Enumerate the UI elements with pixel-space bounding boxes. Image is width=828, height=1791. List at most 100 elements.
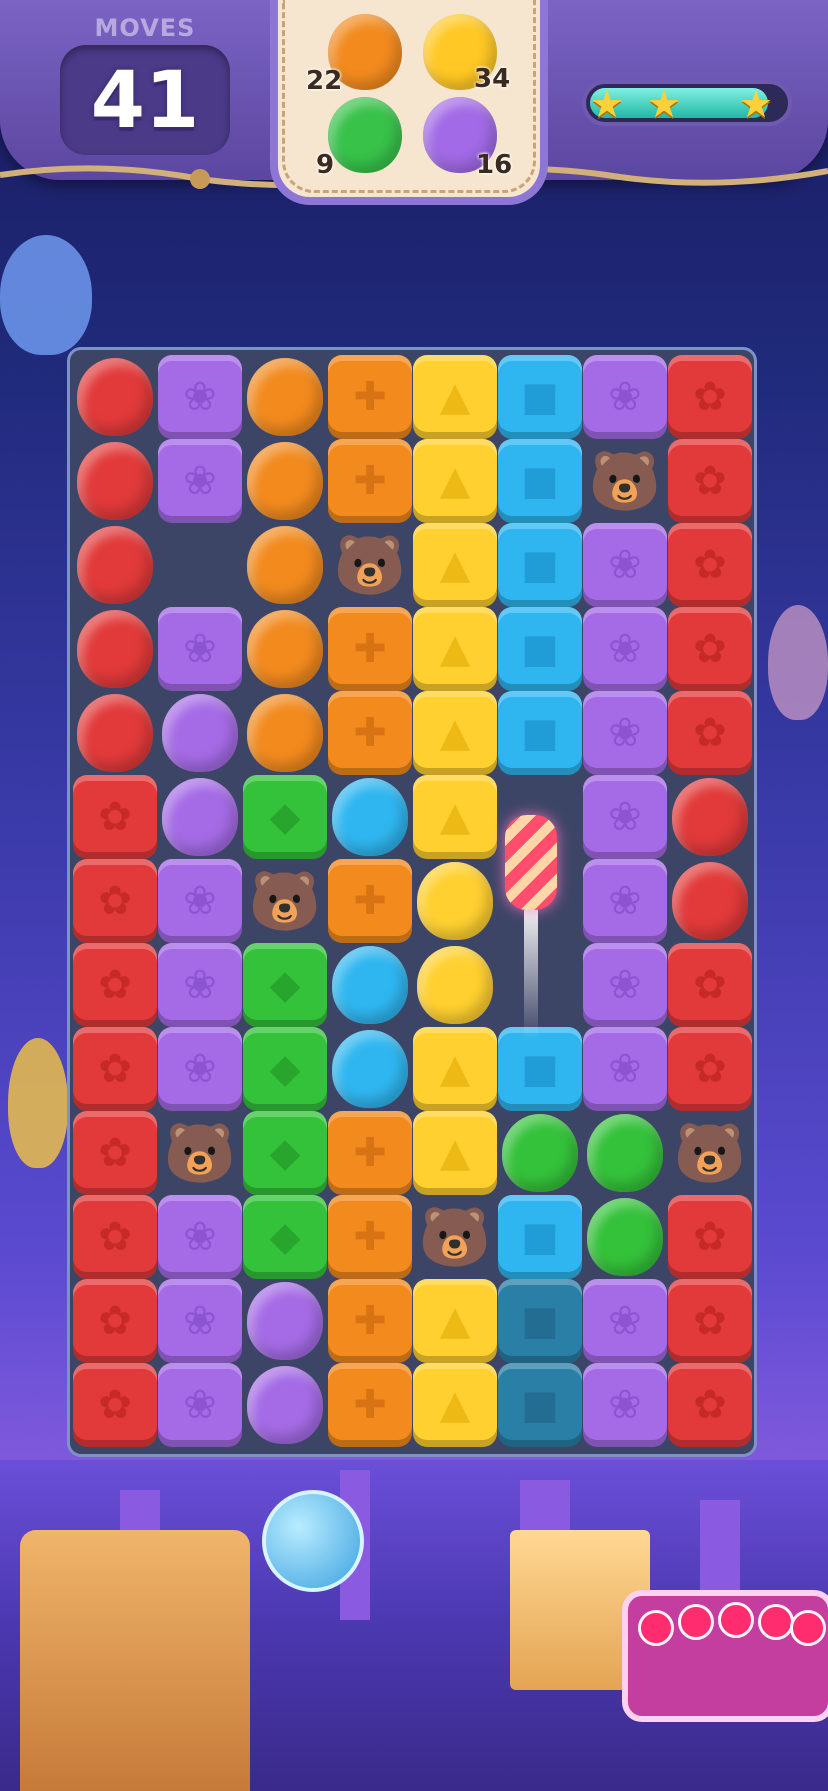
orange-cross-block[interactable]: ✚ [328,1363,412,1447]
purple-flower-block[interactable]: ❀ [583,1363,667,1447]
red-star-block[interactable]: ✿ [73,1027,157,1111]
orange-cross-block[interactable]: ✚ [328,355,412,439]
yellow-triangle-block[interactable]: ▲ [413,1027,497,1111]
red-balloon[interactable] [77,358,153,436]
blue-balloon[interactable] [332,778,408,856]
purple-flower-block[interactable]: ❀ [583,691,667,775]
purple-flower-block[interactable]: ❀ [583,355,667,439]
blue-balloon[interactable] [332,946,408,1024]
purple-balloon[interactable] [247,1366,323,1444]
blue-square-block[interactable]: ■ [498,355,582,439]
polar-bear-icon[interactable]: 🐻 [413,1195,497,1279]
red-star-block[interactable]: ✿ [73,1111,157,1195]
orange-balloon[interactable] [247,610,323,688]
yellow-balloon[interactable] [417,862,493,940]
green-diamond-block[interactable]: ◆ [243,1027,327,1111]
purple-flower-block[interactable]: ❀ [583,859,667,943]
red-star-block[interactable]: ✿ [668,523,752,607]
yellow-triangle-block[interactable]: ▲ [413,607,497,691]
green-diamond-block[interactable]: ◆ [243,775,327,859]
red-star-block[interactable]: ✿ [668,355,752,439]
red-star-block[interactable]: ✿ [73,859,157,943]
purple-flower-block[interactable]: ❀ [583,943,667,1027]
yellow-triangle-block[interactable]: ▲ [413,1279,497,1363]
yellow-triangle-block[interactable]: ▲ [413,523,497,607]
purple-balloon[interactable] [162,694,238,772]
polar-bear-icon[interactable]: 🐻 [583,439,667,523]
red-star-block[interactable]: ✿ [73,775,157,859]
yellow-triangle-block[interactable]: ▲ [413,355,497,439]
teal-square-block[interactable]: ■ [498,1363,582,1447]
red-star-block[interactable]: ✿ [668,1027,752,1111]
orange-cross-block[interactable]: ✚ [328,691,412,775]
polar-bear-icon[interactable]: 🐻 [328,523,412,607]
game-board[interactable]: ❀ ✚ ▲ ■ ❀ ✿ ❀ ✚ ▲ ■ 🐻 ✿ 🐻 ▲ ■ ❀ ✿ ❀ ✚ ▲ ■ ❀ ✿ ✚ ▲ ■ ❀ ✿ ✿ ◆ ▲ ❀ ✿ ❀ 🐻 ✚ ❀ ✿ ❀ ◆… [67,347,757,1457]
yellow-balloon[interactable] [417,946,493,1024]
teal-square-block[interactable]: ■ [498,1279,582,1363]
orange-cross-block[interactable]: ✚ [328,1195,412,1279]
red-star-block[interactable]: ✿ [668,943,752,1027]
yellow-triangle-block[interactable]: ▲ [413,775,497,859]
polar-bear-icon[interactable]: 🐻 [158,1111,242,1195]
green-diamond-block[interactable]: ◆ [243,1111,327,1195]
yellow-triangle-block[interactable]: ▲ [413,1111,497,1195]
purple-flower-block[interactable]: ❀ [158,943,242,1027]
purple-flower-block[interactable]: ❀ [158,1027,242,1111]
red-star-block[interactable]: ✿ [73,1195,157,1279]
red-star-block[interactable]: ✿ [668,1363,752,1447]
green-diamond-block[interactable]: ◆ [243,943,327,1027]
yellow-triangle-block[interactable]: ▲ [413,439,497,523]
red-balloon[interactable] [672,778,748,856]
polar-bear-icon[interactable]: 🐻 [668,1111,752,1195]
rocket-booster-icon[interactable] [505,815,557,910]
orange-balloon[interactable] [247,442,323,520]
red-star-block[interactable]: ✿ [668,439,752,523]
orange-balloon[interactable] [247,358,323,436]
blue-square-block[interactable]: ■ [498,607,582,691]
purple-flower-block[interactable]: ❀ [158,439,242,523]
purple-flower-block[interactable]: ❀ [583,775,667,859]
red-balloon[interactable] [77,694,153,772]
red-star-block[interactable]: ✿ [668,607,752,691]
purple-flower-block[interactable]: ❀ [583,523,667,607]
red-star-block[interactable]: ✿ [668,691,752,775]
blue-square-block[interactable]: ■ [498,1195,582,1279]
red-star-block[interactable]: ✿ [73,943,157,1027]
orange-balloon[interactable] [247,526,323,604]
orange-cross-block[interactable]: ✚ [328,439,412,523]
blue-square-block[interactable]: ■ [498,691,582,775]
red-balloon[interactable] [672,862,748,940]
green-diamond-block[interactable]: ◆ [243,1195,327,1279]
blue-balloon[interactable] [332,1030,408,1108]
green-balloon[interactable] [587,1198,663,1276]
purple-flower-block[interactable]: ❀ [583,1279,667,1363]
purple-balloon[interactable] [162,778,238,856]
orange-cross-block[interactable]: ✚ [328,1279,412,1363]
red-balloon[interactable] [77,610,153,688]
yellow-triangle-block[interactable]: ▲ [413,691,497,775]
orange-cross-block[interactable]: ✚ [328,1111,412,1195]
purple-flower-block[interactable]: ❀ [583,607,667,691]
purple-flower-block[interactable]: ❀ [158,607,242,691]
orange-balloon[interactable] [247,694,323,772]
red-star-block[interactable]: ✿ [73,1363,157,1447]
red-star-block[interactable]: ✿ [73,1279,157,1363]
purple-flower-block[interactable]: ❀ [158,1279,242,1363]
purple-flower-block[interactable]: ❀ [158,1195,242,1279]
purple-flower-block[interactable]: ❀ [158,1363,242,1447]
orange-cross-block[interactable]: ✚ [328,607,412,691]
polar-bear-icon[interactable]: 🐻 [243,859,327,943]
red-balloon[interactable] [77,442,153,520]
purple-flower-block[interactable]: ❀ [158,859,242,943]
red-balloon[interactable] [77,526,153,604]
red-star-block[interactable]: ✿ [668,1195,752,1279]
blue-square-block[interactable]: ■ [498,523,582,607]
blue-square-block[interactable]: ■ [498,1027,582,1111]
purple-flower-block[interactable]: ❀ [583,1027,667,1111]
purple-flower-block[interactable]: ❀ [158,355,242,439]
green-balloon[interactable] [502,1114,578,1192]
blue-square-block[interactable]: ■ [498,439,582,523]
orange-cross-block[interactable]: ✚ [328,859,412,943]
purple-balloon[interactable] [247,1282,323,1360]
red-star-block[interactable]: ✿ [668,1279,752,1363]
